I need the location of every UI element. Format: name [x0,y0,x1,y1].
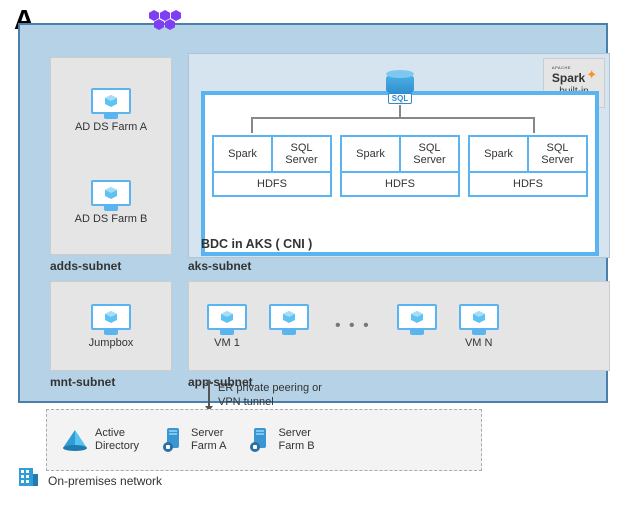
active-directory-icon [61,428,89,452]
architecture-diagram: A AD DS Farm A AD DS Farm B [0,0,625,507]
vm-icon [91,88,131,120]
node-sqlserver: SQL Server [401,137,458,171]
node-spark: Spark [214,137,273,171]
vpn-connection-line [208,383,210,407]
adds-farm-b: AD DS Farm B [75,180,148,225]
aks-subnet-box: Spark✦ built-in SQL Spark SQL Server [188,53,610,258]
virtual-network: AD DS Farm A AD DS Farm B adds-subnet Sp… [18,23,608,403]
server-icon [248,427,272,453]
vm-label: AD DS Farm B [75,213,148,225]
bdc-cluster: SQL Spark SQL Server HDFS Spark [201,91,599,256]
node-sqlserver: SQL Server [529,137,586,171]
adds-subnet-box: AD DS Farm A AD DS Farm B [50,57,172,255]
node-sqlserver: SQL Server [273,137,330,171]
bdc-node: Spark SQL Server HDFS [468,135,588,197]
node-hdfs: HDFS [214,171,330,195]
vm-label [415,337,418,349]
vm-label: Jumpbox [89,337,134,349]
spark-brand: Spark [552,71,585,85]
aks-subnet-label: aks-subnet [188,259,251,273]
mnt-subnet-label: mnt-subnet [50,375,115,389]
onprem-server-b: ServerFarm B [248,427,314,453]
bdc-title: BDC in AKS ( CNI ) [201,237,312,251]
vm-icon [91,304,131,336]
connector-line [251,117,535,133]
adds-subnet-label: adds-subnet [50,259,121,273]
mnt-subnet-box: Jumpbox [50,281,172,371]
vm-icon [91,180,131,212]
app-vm-1: VM 1 [207,304,247,349]
app-vm-mid [397,304,437,349]
app-subnet-box: VM 1 • • • [188,281,610,371]
app-vm-n: VM N [459,304,499,349]
node-spark: Spark [470,137,529,171]
node-hdfs: HDFS [342,171,458,195]
vm-icon [207,304,247,336]
vm-label: VM N [465,337,493,349]
vm-icon [459,304,499,336]
aks-service-icon [148,10,182,32]
vm-label [287,337,290,349]
vm-icon [397,304,437,336]
sql-tag: SQL [388,93,412,104]
node-hdfs: HDFS [470,171,586,195]
sql-database-icon: SQL [386,73,414,104]
bdc-node: Spark SQL Server HDFS [212,135,332,197]
jumpbox: Jumpbox [89,304,134,349]
server-icon [161,427,185,453]
ellipsis-icon: • • • [331,317,375,335]
bdc-node: Spark SQL Server HDFS [340,135,460,197]
onprem-network-box: ActiveDirectory ServerFarm A ServerFarm … [46,409,482,471]
vpn-connection-label: ER private peering or VPN tunnel [218,382,348,410]
vm-icon [269,304,309,336]
adds-farm-a: AD DS Farm A [75,88,147,133]
onprem-label: On-premises network [48,474,162,488]
onprem-ad: ActiveDirectory [61,427,139,453]
node-spark: Spark [342,137,401,171]
onprem-server-a: ServerFarm A [161,427,226,453]
spark-star-icon: ✦ [586,67,597,82]
vm-label: AD DS Farm A [75,121,147,133]
connector-line [399,105,401,117]
building-icon [16,465,40,489]
vm-label: VM 1 [214,337,240,349]
app-vm-mid [269,304,309,349]
